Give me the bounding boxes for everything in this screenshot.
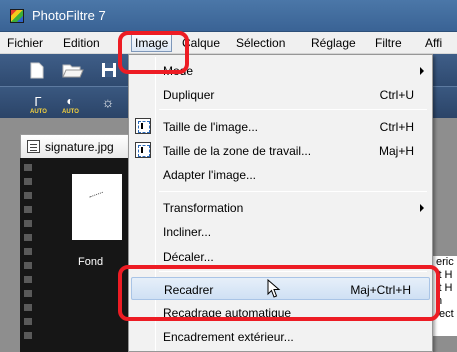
film-sprocket <box>24 234 32 241</box>
menu-item-label: Adapter l'image... <box>163 168 257 182</box>
submenu-arrow-icon <box>420 204 424 212</box>
save-icon[interactable] <box>100 61 118 79</box>
new-document-icon[interactable] <box>28 61 46 79</box>
layer-thumbnail[interactable] <box>72 174 122 240</box>
menu-affichage[interactable]: Affi <box>425 36 442 50</box>
annotation-image-menu <box>118 31 189 74</box>
menu-item-dupliquer[interactable]: Dupliquer Ctrl+U <box>131 83 430 106</box>
menu-separator <box>159 109 427 110</box>
window-title: PhotoFiltre 7 <box>32 8 106 23</box>
auto-contrast-tag: AUTO <box>62 109 79 115</box>
menu-item-shortcut: Ctrl+U <box>379 88 414 102</box>
auto-levels-icon[interactable]: Γ <box>30 93 46 109</box>
app-logo-icon <box>10 9 24 23</box>
film-sprocket <box>24 164 32 171</box>
submenu-arrow-icon <box>420 67 424 75</box>
auto-levels-tag: AUTO <box>30 109 47 115</box>
annotation-recadrer <box>118 265 440 321</box>
title-bar: PhotoFiltre 7 <box>0 0 457 32</box>
menu-item-label: Transformation <box>163 201 244 215</box>
menu-item-label: Encadrement extérieur... <box>163 330 294 344</box>
menu-filtre[interactable]: Filtre <box>375 36 402 50</box>
menu-item-encadrement[interactable]: Encadrement extérieur... <box>131 325 430 348</box>
brightness-icon[interactable]: ☼ <box>100 94 116 110</box>
menu-edition[interactable]: Edition <box>63 36 100 50</box>
document-tab-label: signature.jpg <box>45 140 114 154</box>
menu-selection[interactable]: Sélection <box>236 36 285 50</box>
film-sprocket <box>24 290 32 297</box>
menu-item-label: Taille de la zone de travail... <box>163 144 312 158</box>
menu-separator <box>159 191 427 192</box>
signature-mark <box>89 191 105 203</box>
open-folder-icon[interactable] <box>62 61 84 79</box>
menu-item-adapter[interactable]: Adapter l'image... <box>131 163 430 186</box>
layers-filmstrip <box>20 158 130 352</box>
document-icon <box>27 140 40 153</box>
film-sprocket <box>24 248 32 255</box>
film-sprocket <box>24 276 32 283</box>
menu-fichier[interactable]: Fichier <box>7 36 43 50</box>
menu-item-taille-image[interactable]: Taille de l'image... Ctrl+H <box>131 115 430 138</box>
canvas-size-icon <box>135 142 151 158</box>
film-sprocket <box>24 220 32 227</box>
film-sprocket <box>24 262 32 269</box>
film-sprocket <box>24 318 32 325</box>
menu-item-taille-zone[interactable]: Taille de la zone de travail... Maj+H <box>131 139 430 162</box>
menu-item-shortcut: Maj+H <box>378 144 414 158</box>
document-tab[interactable]: signature.jpg <box>20 134 130 158</box>
menu-bar: Fichier Edition Image Calque Sélection R… <box>0 32 457 54</box>
menu-item-label: Décaler... <box>163 250 214 264</box>
menu-item-label: Taille de l'image... <box>163 120 259 134</box>
menu-item-label: Dupliquer <box>163 88 215 102</box>
menu-item-incliner[interactable]: Incliner... <box>131 220 430 243</box>
film-sprocket <box>24 304 32 311</box>
menu-item-label: Incliner... <box>163 225 212 239</box>
image-size-icon <box>135 118 151 134</box>
film-sprocket <box>24 206 32 213</box>
auto-contrast-icon[interactable]: ◐ <box>62 93 78 109</box>
film-sprocket <box>24 332 32 339</box>
menu-reglage[interactable]: Réglage <box>311 36 356 50</box>
layer-label: Fond <box>78 256 104 268</box>
menu-item-transformation[interactable]: Transformation <box>131 196 430 219</box>
film-sprocket <box>24 178 32 185</box>
film-sprocket <box>24 192 32 199</box>
menu-item-shortcut: Ctrl+H <box>379 120 414 134</box>
